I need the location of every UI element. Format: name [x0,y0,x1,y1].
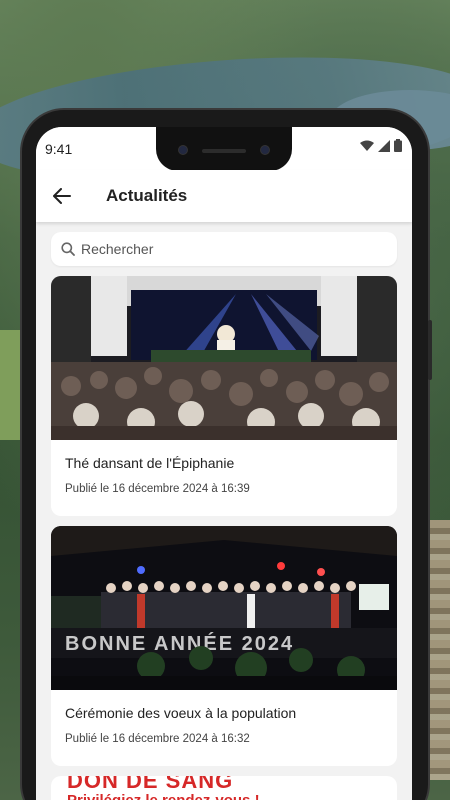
phone-screen: 9:41 Actualités Rechercher Thé dansant d… [36,127,412,800]
arrow-left-icon [53,188,71,204]
news-title: Thé dansant de l'Épiphanie [65,455,235,471]
battery-icon [394,139,402,152]
phone-side-button [428,320,432,380]
wifi-icon [360,140,374,151]
news-image-new-year-ceremony: BONNE ANNÉE 2024 [51,526,397,690]
news-image-dance-event [51,276,397,440]
back-button[interactable] [48,182,76,210]
page-title: Actualités [106,186,188,205]
svg-text:BONNE ANNÉE 2024: BONNE ANNÉE 2024 [65,632,294,655]
search-icon [61,242,75,256]
news-title: Cérémonie des voeux à la population [65,705,297,721]
search-placeholder: Rechercher [81,241,154,257]
signal-icon [378,139,390,152]
news-card-promo[interactable]: DON DE SANG Privilégiez le rendez-vous ! [51,776,397,800]
camera-notch [156,127,292,171]
search-input[interactable]: Rechercher [51,232,397,266]
news-date: Publié le 16 décembre 2024 à 16:39 [65,483,250,495]
news-date: Publié le 16 décembre 2024 à 16:32 [65,733,250,745]
news-card[interactable]: BONNE ANNÉE 2024 Cérémonie des voeux à l… [51,526,397,766]
promo-subheading: Privilégiez le rendez-vous ! [67,792,260,800]
status-bar: 9:41 [36,127,412,171]
news-card[interactable]: Thé dansant de l'Épiphanie Publié le 16 … [51,276,397,516]
app-bar: Actualités [36,170,412,222]
status-time: 9:41 [45,141,73,157]
